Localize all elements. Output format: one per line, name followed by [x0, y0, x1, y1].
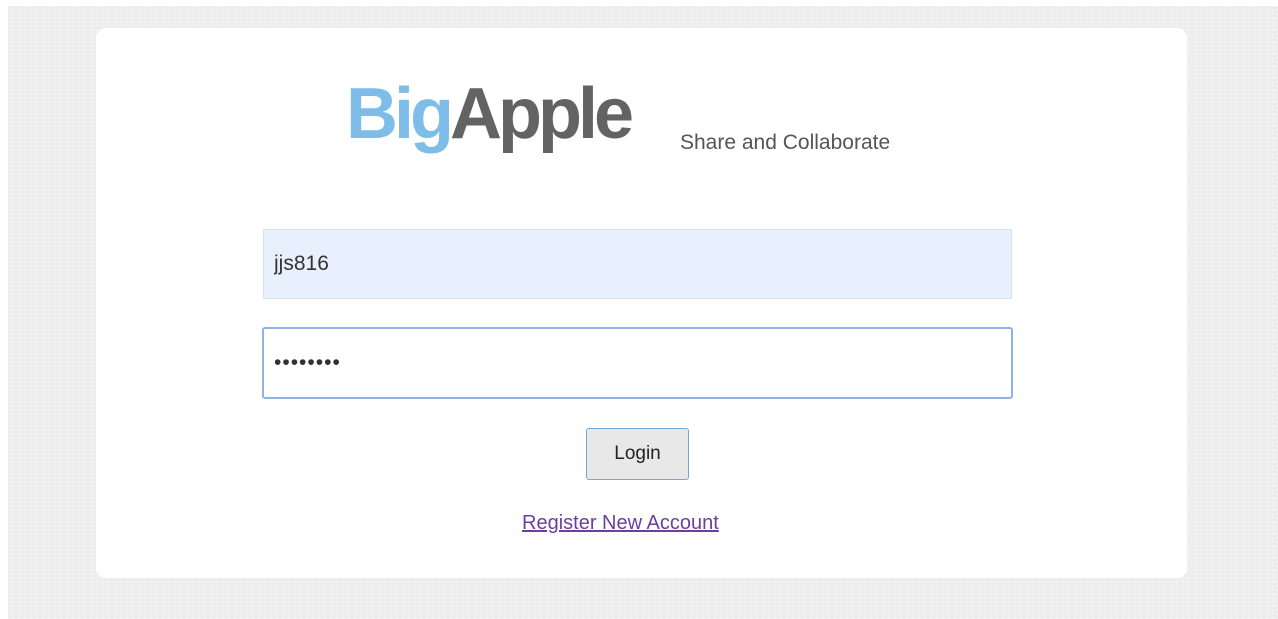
bigapple-logo: BigApple — [346, 78, 634, 178]
register-new-account-link[interactable]: Register New Account — [522, 512, 719, 535]
login-card: BigApple Share and Collaborate Login Reg… — [96, 28, 1187, 578]
logo-apple-text: Apple — [449, 74, 634, 154]
username-field[interactable] — [263, 229, 1012, 299]
login-button[interactable]: Login — [586, 428, 689, 480]
tagline: Share and Collaborate — [680, 131, 891, 154]
page-background: BigApple Share and Collaborate Login Reg… — [8, 6, 1278, 619]
password-field[interactable] — [262, 327, 1013, 399]
logo-big-text: Big — [346, 74, 454, 154]
